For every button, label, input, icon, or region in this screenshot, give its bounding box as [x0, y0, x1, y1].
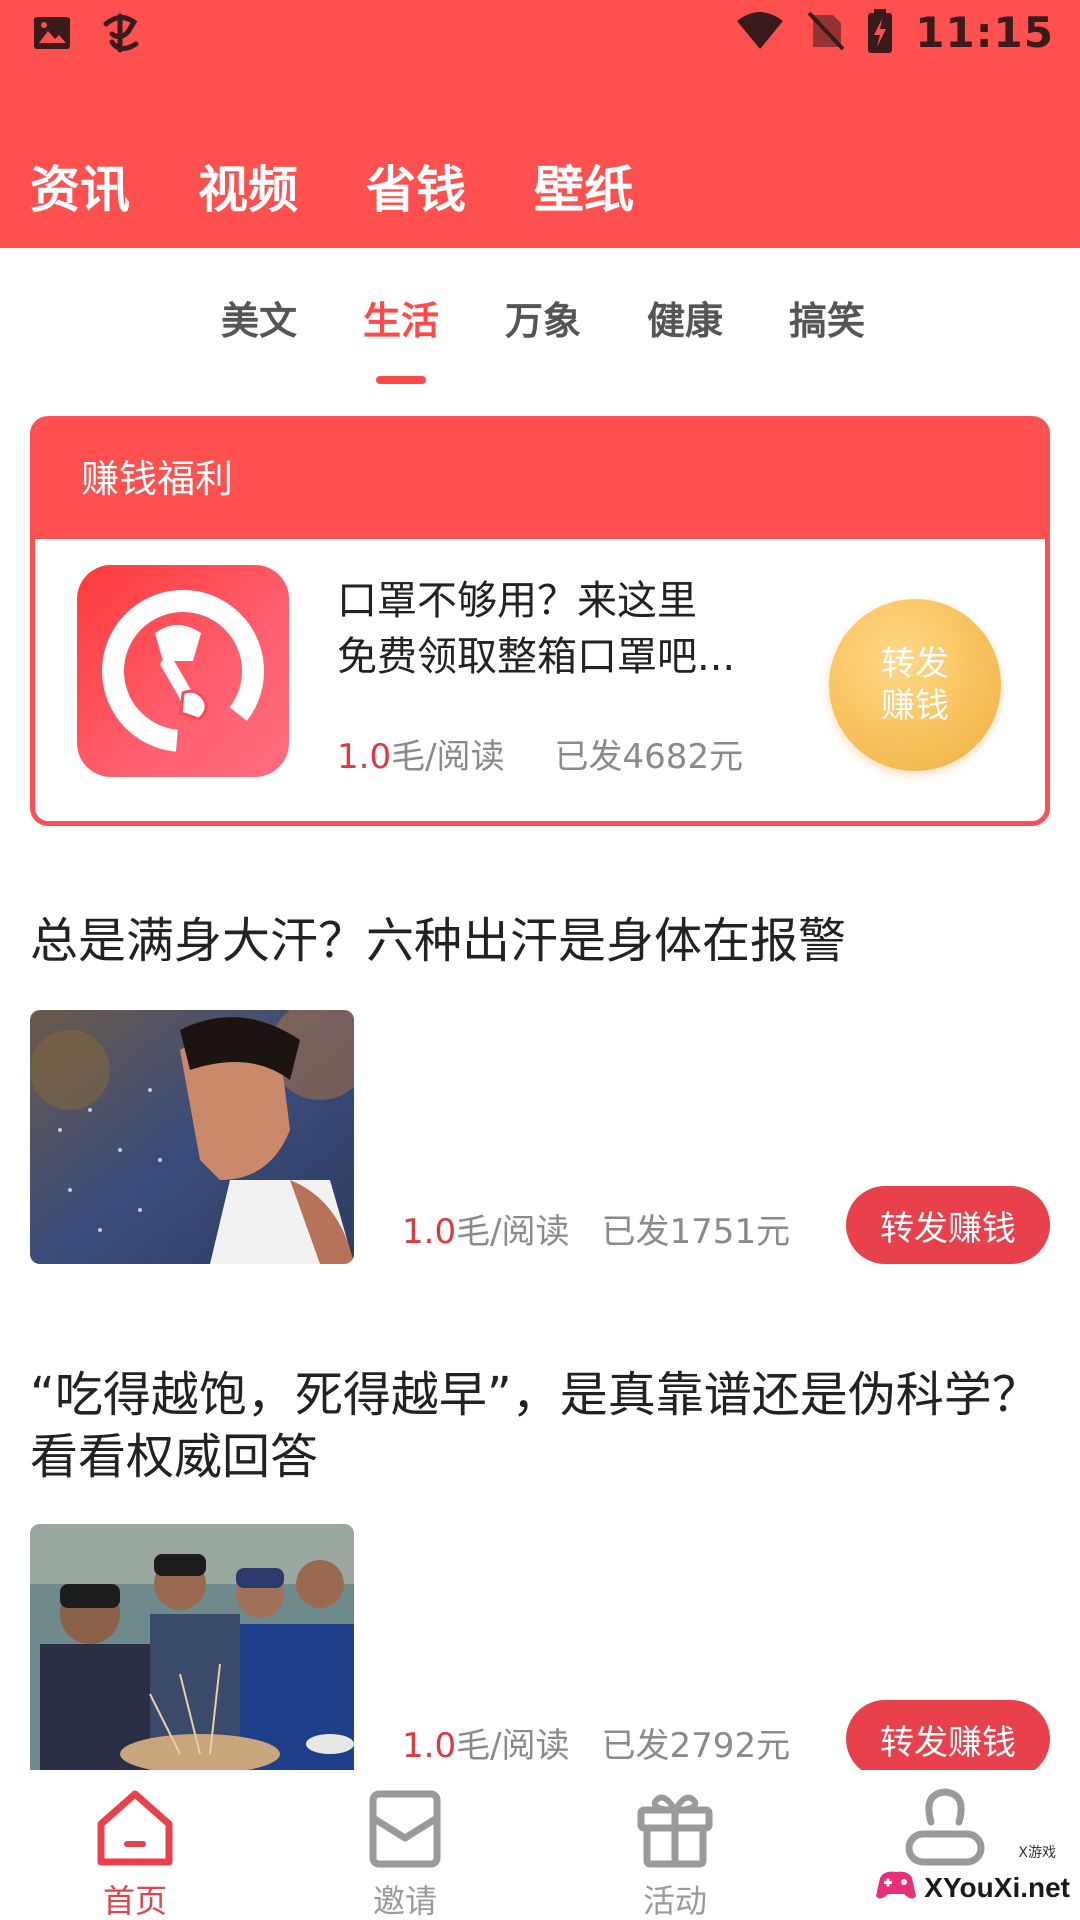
- status-time: 11:15: [915, 8, 1054, 57]
- nav-home-label: 首页: [102, 1882, 167, 1920]
- status-bar: 11:15: [0, 0, 1080, 76]
- article-price-unit: 毛/阅读: [456, 1212, 570, 1252]
- category-tab-variety[interactable]: 万象: [505, 288, 581, 354]
- category-tab-health[interactable]: 健康: [647, 288, 723, 354]
- category-tab-essay[interactable]: 美文: [221, 288, 297, 354]
- article-price-value: 1.0: [402, 1212, 457, 1252]
- envelope-icon: [363, 1788, 447, 1872]
- home-icon: [93, 1788, 177, 1872]
- welfare-card-header: 赚钱福利: [35, 421, 1045, 539]
- welfare-title: 口罩不够用？来这里 免费领取整箱口罩吧...: [337, 573, 797, 685]
- nav-invite-label: 邀请: [372, 1882, 437, 1920]
- article-price-unit: 毛/阅读: [456, 1726, 570, 1766]
- welfare-title-line-2: 免费领取整箱口罩吧...: [337, 634, 736, 680]
- category-tab-life-label: 生活: [362, 299, 439, 343]
- article-price: 1.0毛/阅读: [402, 1204, 570, 1253]
- welfare-price-unit: 毛/阅读: [391, 737, 505, 777]
- tab-video[interactable]: 视频: [198, 150, 298, 230]
- no-sim-icon: [807, 11, 845, 55]
- tab-save-money[interactable]: 省钱: [366, 150, 466, 230]
- welfare-share-button-line-1: 转发: [881, 644, 949, 684]
- article-paid: 已发2792元: [601, 1726, 791, 1766]
- welfare-card[interactable]: 赚钱福利 口罩不够用？来这里 免费领取整箱口罩吧... 1.0毛/阅读 已发46…: [30, 416, 1050, 826]
- article-price-value: 1.0: [402, 1726, 457, 1766]
- active-tab-indicator: [375, 376, 426, 384]
- welfare-card-body: 口罩不够用？来这里 免费领取整箱口罩吧... 1.0毛/阅读 已发4682元 转…: [35, 539, 1045, 821]
- main-tabs: 资讯 视频 省钱 壁纸: [30, 150, 634, 230]
- tab-wallpaper[interactable]: 壁纸: [534, 150, 634, 230]
- category-tab-life[interactable]: 生活: [362, 288, 439, 384]
- article-title[interactable]: 总是满身大汗？六种出汗是身体在报警: [30, 910, 1050, 972]
- category-tab-funny[interactable]: 搞笑: [789, 288, 865, 354]
- welfare-share-button[interactable]: 转发 赚钱: [829, 599, 1001, 771]
- image-icon: [32, 13, 72, 57]
- welfare-price: 1.0毛/阅读: [337, 729, 505, 778]
- article-price: 1.0毛/阅读: [402, 1718, 570, 1767]
- nav-home[interactable]: 首页: [0, 1770, 270, 1920]
- wifi-icon: [735, 11, 785, 55]
- nav-invite[interactable]: 邀请: [270, 1770, 540, 1920]
- welfare-price-value: 1.0: [337, 737, 392, 777]
- watermark-text: XYouXi.net: [924, 1872, 1070, 1903]
- welfare-paid: 已发4682元: [554, 737, 744, 777]
- category-tabs: 美文 生活 万象 健康 搞笑: [0, 288, 1080, 384]
- share-earn-button[interactable]: 转发赚钱: [846, 1700, 1050, 1778]
- share-earn-button[interactable]: 转发赚钱: [846, 1186, 1050, 1264]
- nav-activity-label: 活动: [642, 1882, 707, 1920]
- article-meta: 1.0毛/阅读 已发2792元: [402, 1718, 790, 1767]
- article-thumbnail-eating[interactable]: [30, 1524, 354, 1770]
- gamepad-icon: [874, 1868, 918, 1908]
- axe-app-icon: [77, 565, 289, 777]
- watermark: X游戏 XYouXi.net: [874, 1845, 1070, 1908]
- gift-icon: [633, 1788, 717, 1872]
- article-title[interactable]: “吃得越饱，死得越早”，是真靠谱还是伪科学？看看权威回答: [30, 1364, 1050, 1488]
- nav-activity[interactable]: 活动: [540, 1770, 810, 1920]
- welfare-share-button-line-2: 赚钱: [881, 686, 949, 726]
- article-thumbnail-sweat[interactable]: [30, 1010, 354, 1264]
- welfare-meta: 1.0毛/阅读 已发4682元: [337, 729, 743, 778]
- tab-news[interactable]: 资讯: [30, 150, 130, 230]
- user-icon: [903, 1788, 987, 1872]
- welfare-title-line-1: 口罩不够用？来这里: [337, 578, 697, 624]
- watermark-small-text: X游戏: [1018, 1845, 1056, 1861]
- article-meta: 1.0毛/阅读 已发1751元: [402, 1204, 790, 1253]
- article-paid: 已发1751元: [601, 1212, 791, 1252]
- app-logo-icon: [98, 10, 144, 60]
- battery-charging-icon: [867, 8, 893, 57]
